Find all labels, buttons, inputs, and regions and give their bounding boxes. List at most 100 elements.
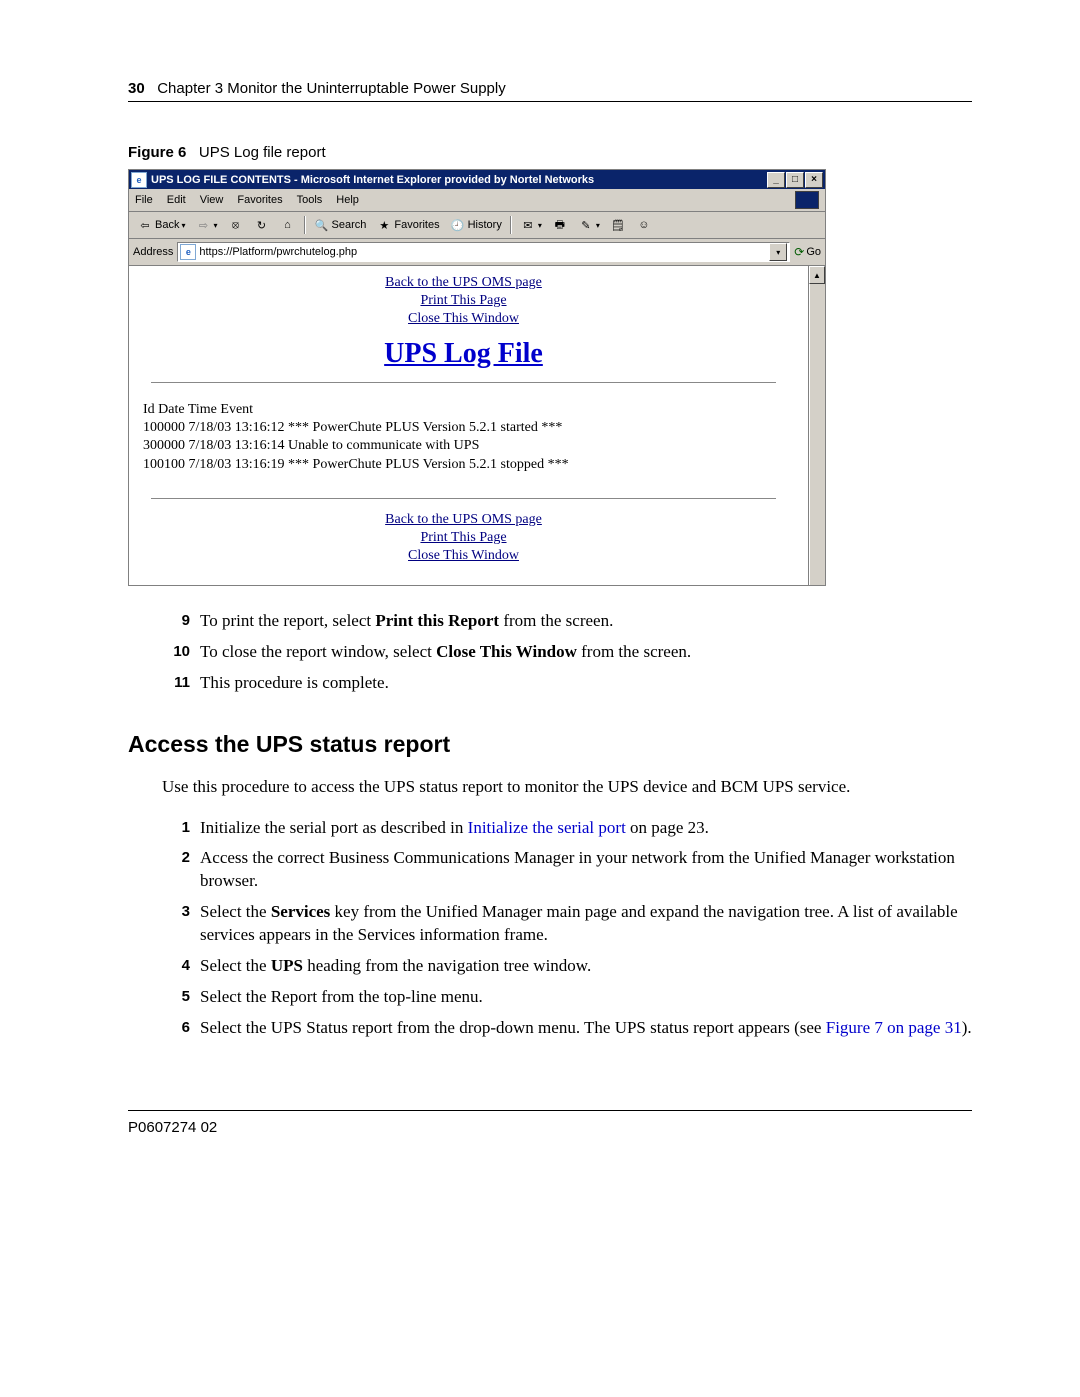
divider (151, 382, 776, 383)
toolbar: ⇦ Back ▾ ⇨ ▾ ⦻ ↻ ⌂ 🔍Search ★Favorites 🕘H… (129, 212, 825, 239)
cross-ref-link[interactable]: Figure 7 on page 31 (826, 1018, 962, 1037)
step-text: Select the Services key from the Unified… (200, 901, 972, 947)
step-text: Access the correct Business Communicatio… (200, 847, 972, 893)
scroll-up-icon[interactable]: ▲ (809, 266, 825, 284)
history-button[interactable]: 🕘History (446, 215, 506, 235)
step-text: Select the UPS Status report from the dr… (200, 1017, 972, 1040)
link-back-oms[interactable]: Back to the UPS OMS page (385, 275, 542, 291)
mail-icon: ✉ (520, 217, 536, 233)
page-footer: P0607274 02 (128, 1110, 972, 1136)
steps-continue: 9 To print the report, select Print this… (162, 610, 972, 695)
intro-paragraph: Use this procedure to access the UPS sta… (162, 776, 972, 799)
menu-view[interactable]: View (200, 194, 224, 206)
mail-button[interactable]: ✉▾ (516, 215, 546, 235)
chevron-down-icon: ▾ (596, 221, 600, 230)
search-icon: 🔍 (314, 217, 330, 233)
messenger-button[interactable]: ☺ (632, 215, 656, 235)
step-number: 1 (162, 817, 190, 840)
history-label: History (468, 219, 502, 231)
search-label: Search (332, 219, 367, 231)
address-url: https://Platform/pwrchutelog.php (199, 246, 357, 258)
edit-icon: ✎ (578, 217, 594, 233)
step-number: 11 (162, 672, 190, 695)
menu-favorites[interactable]: Favorites (237, 194, 282, 206)
step-number: 4 (162, 955, 190, 978)
link-close-window[interactable]: Close This Window (408, 548, 519, 564)
favorites-icon: ★ (376, 217, 392, 233)
step-text: Select the UPS heading from the navigati… (200, 955, 591, 978)
go-label: Go (806, 246, 821, 258)
step-text: Select the Report from the top-line menu… (200, 986, 483, 1009)
page-number: 30 (128, 80, 145, 97)
step-text: Initialize the serial port as described … (200, 817, 709, 840)
link-print-page[interactable]: Print This Page (420, 530, 506, 546)
back-label: Back (155, 219, 179, 231)
forward-arrow-icon: ⇨ (195, 217, 211, 233)
menu-bar: File Edit View Favorites Tools Help (129, 189, 825, 212)
history-icon: 🕘 (450, 217, 466, 233)
back-arrow-icon: ⇦ (137, 217, 153, 233)
step-number: 2 (162, 847, 190, 893)
home-icon: ⌂ (280, 217, 296, 233)
step-text: This procedure is complete. (200, 672, 389, 695)
page-icon: e (180, 244, 196, 260)
print-button[interactable]: 🖶 (548, 215, 572, 235)
refresh-button[interactable]: ↻ (250, 215, 274, 235)
link-back-oms[interactable]: Back to the UPS OMS page (385, 512, 542, 528)
chevron-down-icon: ▾ (538, 221, 542, 230)
step-number: 3 (162, 901, 190, 947)
chevron-down-icon: ▾ (213, 221, 217, 230)
go-icon: ⟳ (794, 245, 804, 259)
menu-file[interactable]: File (135, 194, 153, 206)
divider (151, 498, 776, 499)
menu-edit[interactable]: Edit (167, 194, 186, 206)
back-button[interactable]: ⇦ Back ▾ (133, 215, 189, 235)
messenger-icon: ☺ (636, 217, 652, 233)
ie-icon: e (131, 172, 147, 188)
step-number: 5 (162, 986, 190, 1009)
refresh-icon: ↻ (254, 217, 270, 233)
figure-title: UPS Log file report (199, 144, 326, 161)
print-icon: 🖶 (552, 217, 568, 233)
go-button[interactable]: ⟳ Go (794, 245, 821, 259)
step-text: To print the report, select Print this R… (200, 610, 613, 633)
title-bar: e UPS LOG FILE CONTENTS - Microsoft Inte… (129, 170, 825, 189)
favorites-button[interactable]: ★Favorites (372, 215, 443, 235)
search-button[interactable]: 🔍Search (310, 215, 371, 235)
edit-button[interactable]: ✎▾ (574, 215, 604, 235)
cross-ref-link[interactable]: Initialize the serial port (468, 818, 626, 837)
menu-tools[interactable]: Tools (297, 194, 323, 206)
address-input[interactable]: e https://Platform/pwrchutelog.php ▾ (177, 242, 790, 262)
page-header: 30 Chapter 3 Monitor the Uninterruptable… (128, 80, 972, 102)
chapter-title: Chapter 3 Monitor the Uninterruptable Po… (157, 80, 506, 97)
discuss-button[interactable]: 🗒 (606, 215, 630, 235)
address-bar: Address e https://Platform/pwrchutelog.p… (129, 239, 825, 266)
link-print-page[interactable]: Print This Page (420, 293, 506, 309)
maximize-button[interactable]: □ (786, 172, 804, 188)
link-close-window[interactable]: Close This Window (408, 311, 519, 327)
step-text: To close the report window, select Close… (200, 641, 691, 664)
scrollbar[interactable]: ▲ (808, 266, 825, 585)
home-button[interactable]: ⌂ (276, 215, 300, 235)
figure-caption: Figure 6 UPS Log file report (128, 144, 972, 161)
favorites-label: Favorites (394, 219, 439, 231)
log-data-block: Id Date Time Event 100000 7/18/03 13:16:… (143, 401, 792, 474)
address-label: Address (133, 246, 173, 258)
figure-label: Figure 6 (128, 144, 186, 161)
page-content: Back to the UPS OMS page Print This Page… (129, 266, 808, 585)
section-heading: Access the UPS status report (128, 731, 972, 758)
minimize-button[interactable]: _ (767, 172, 785, 188)
browser-window: e UPS LOG FILE CONTENTS - Microsoft Inte… (128, 169, 826, 586)
step-number: 6 (162, 1017, 190, 1040)
menu-help[interactable]: Help (336, 194, 359, 206)
step-number: 10 (162, 641, 190, 664)
steps-access: 1 Initialize the serial port as describe… (162, 817, 972, 1041)
step-number: 9 (162, 610, 190, 633)
chevron-down-icon: ▾ (181, 221, 185, 230)
stop-button[interactable]: ⦻ (224, 215, 248, 235)
forward-button[interactable]: ⇨ ▾ (191, 215, 221, 235)
ups-log-file-title[interactable]: UPS Log File (384, 338, 543, 369)
stop-icon: ⦻ (228, 217, 244, 233)
address-dropdown-icon[interactable]: ▾ (769, 243, 787, 261)
close-button[interactable]: × (805, 172, 823, 188)
